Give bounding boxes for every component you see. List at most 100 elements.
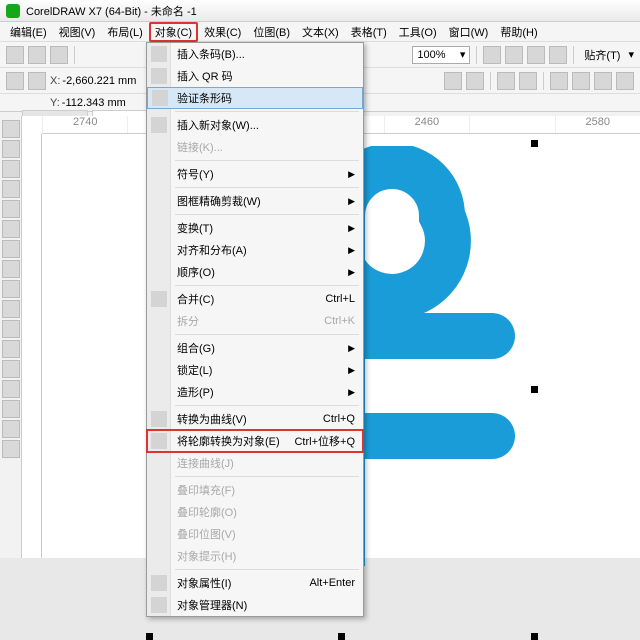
polygon-tool-icon[interactable] (2, 280, 20, 298)
align-icon[interactable] (466, 72, 484, 90)
menu-item-label: 链接(K)... (177, 139, 223, 155)
order-icon[interactable] (594, 72, 612, 90)
menu-item[interactable]: 插入 QR 码 (147, 65, 363, 87)
snap-label[interactable]: 贴齐(T) (580, 47, 624, 63)
menu-对象[interactable]: 对象(C) (149, 22, 198, 42)
freehand-tool-icon[interactable] (2, 200, 20, 218)
submenu-arrow-icon: ▶ (348, 196, 355, 207)
menu-item[interactable]: 对象管理器(N) (147, 594, 363, 616)
zoom-combo[interactable]: 100%▾ (412, 46, 470, 64)
tool-icon[interactable] (505, 46, 523, 64)
menu-文本[interactable]: 文本(X) (296, 22, 345, 42)
outline-tool-icon[interactable] (2, 440, 20, 458)
tool-icon[interactable] (6, 72, 24, 90)
order-icon[interactable] (572, 72, 590, 90)
menu-item[interactable]: 对齐和分布(A)▶ (147, 239, 363, 261)
menu-shortcut: Ctrl+Q (323, 413, 355, 425)
menu-item: 拆分Ctrl+K (147, 310, 363, 332)
open-icon[interactable] (28, 46, 46, 64)
coord-x: X: -2,660.221 mm (50, 75, 136, 87)
text-tool-icon[interactable] (2, 300, 20, 318)
menu-表格[interactable]: 表格(T) (345, 22, 393, 42)
menu-item-icon (151, 433, 167, 449)
menu-item[interactable]: 图框精确剪裁(W) ▶ (147, 190, 363, 212)
menu-item[interactable]: 验证条形码 (147, 87, 363, 109)
crop-tool-icon[interactable] (2, 160, 20, 178)
menu-item-label: 叠印填充(F) (177, 482, 235, 498)
dimension-tool-icon[interactable] (2, 340, 20, 358)
menu-视图[interactable]: 视图(V) (53, 22, 102, 42)
toolbox[interactable] (0, 116, 22, 558)
menu-编辑[interactable]: 编辑(E) (4, 22, 53, 42)
menu-工具[interactable]: 工具(O) (393, 22, 443, 42)
align-icon[interactable] (497, 72, 515, 90)
menu-item[interactable]: 变换(T)▶ (147, 217, 363, 239)
menu-separator (175, 187, 359, 188)
tool-icon[interactable] (549, 46, 567, 64)
menu-separator (175, 334, 359, 335)
connector-tool-icon[interactable] (2, 360, 20, 378)
eyedropper-tool-icon[interactable] (2, 400, 20, 418)
rectangle-tool-icon[interactable] (2, 240, 20, 258)
artistic-tool-icon[interactable] (2, 220, 20, 238)
menu-item[interactable]: 对象属性(I)Alt+Enter (147, 572, 363, 594)
menu-item[interactable]: 造形(P)▶ (147, 381, 363, 403)
menu-布局[interactable]: 布局(L) (101, 22, 148, 42)
x-value[interactable]: -2,660.221 mm (62, 75, 136, 87)
tool-icon[interactable] (28, 72, 46, 90)
ellipse-tool-icon[interactable] (2, 260, 20, 278)
tool-icon[interactable] (527, 46, 545, 64)
menu-item[interactable]: 符号(Y)▶ (147, 163, 363, 185)
menu-item[interactable]: 转换为曲线(V)Ctrl+Q (147, 408, 363, 430)
menu-item-label: 变换(T) (177, 220, 213, 236)
menu-item[interactable]: 组合(G)▶ (147, 337, 363, 359)
menu-shortcut: Ctrl+K (324, 315, 355, 327)
menu-位图[interactable]: 位图(B) (247, 22, 296, 42)
menu-bar[interactable]: 编辑(E)视图(V)布局(L)对象(C)效果(C)位图(B)文本(X)表格(T)… (0, 22, 640, 42)
zoom-tool-icon[interactable] (2, 180, 20, 198)
align-icon[interactable] (444, 72, 462, 90)
fill-tool-icon[interactable] (2, 420, 20, 438)
selection-handle[interactable] (531, 633, 538, 640)
tool-icon[interactable] (483, 46, 501, 64)
menu-帮助[interactable]: 帮助(H) (494, 22, 543, 42)
save-icon[interactable] (50, 46, 68, 64)
menu-item[interactable]: 锁定(L)▶ (147, 359, 363, 381)
effects-tool-icon[interactable] (2, 380, 20, 398)
menu-item-label: 验证条形码 (177, 90, 232, 106)
menu-separator (175, 405, 359, 406)
menu-item[interactable]: 插入条码(B)... (147, 43, 363, 65)
menu-item-label: 叠印位图(V) (177, 526, 236, 542)
pick-tool-icon[interactable] (2, 120, 20, 138)
menu-item-label: 图框精确剪裁(W) (177, 193, 261, 209)
menu-item-icon (151, 68, 167, 84)
selection-handle[interactable] (146, 633, 153, 640)
menu-item[interactable]: 合并(C)Ctrl+L (147, 288, 363, 310)
menu-item[interactable]: 将轮廓转换为对象(E)Ctrl+位移+Q (147, 430, 363, 452)
object-menu-dropdown[interactable]: 插入条码(B)...插入 QR 码验证条形码插入新对象(W)... 链接(K)..… (146, 42, 364, 617)
submenu-arrow-icon: ▶ (348, 343, 355, 354)
menu-窗口[interactable]: 窗口(W) (443, 22, 495, 42)
shape-tool-icon[interactable] (2, 140, 20, 158)
ruler-vertical (22, 134, 42, 558)
separator (476, 46, 477, 64)
selection-handle[interactable] (531, 140, 538, 147)
table-tool-icon[interactable] (2, 320, 20, 338)
align-icon[interactable] (519, 72, 537, 90)
menu-item[interactable]: 顺序(O)▶ (147, 261, 363, 283)
order-icon[interactable] (550, 72, 568, 90)
menu-item-label: 叠印轮廓(O) (177, 504, 237, 520)
menu-item[interactable]: 插入新对象(W)... (147, 114, 363, 136)
menu-shortcut: Ctrl+位移+Q (294, 433, 355, 449)
y-value[interactable]: -112.343 mm (62, 97, 132, 109)
y-label: Y: (50, 97, 60, 109)
new-icon[interactable] (6, 46, 24, 64)
order-icon[interactable] (616, 72, 634, 90)
menu-item-icon (152, 90, 168, 106)
menu-item-icon (151, 291, 167, 307)
menu-item-label: 顺序(O) (177, 264, 215, 280)
menu-效果[interactable]: 效果(C) (198, 22, 247, 42)
selection-handle[interactable] (531, 386, 538, 393)
menu-separator (175, 111, 359, 112)
selection-handle[interactable] (338, 633, 345, 640)
